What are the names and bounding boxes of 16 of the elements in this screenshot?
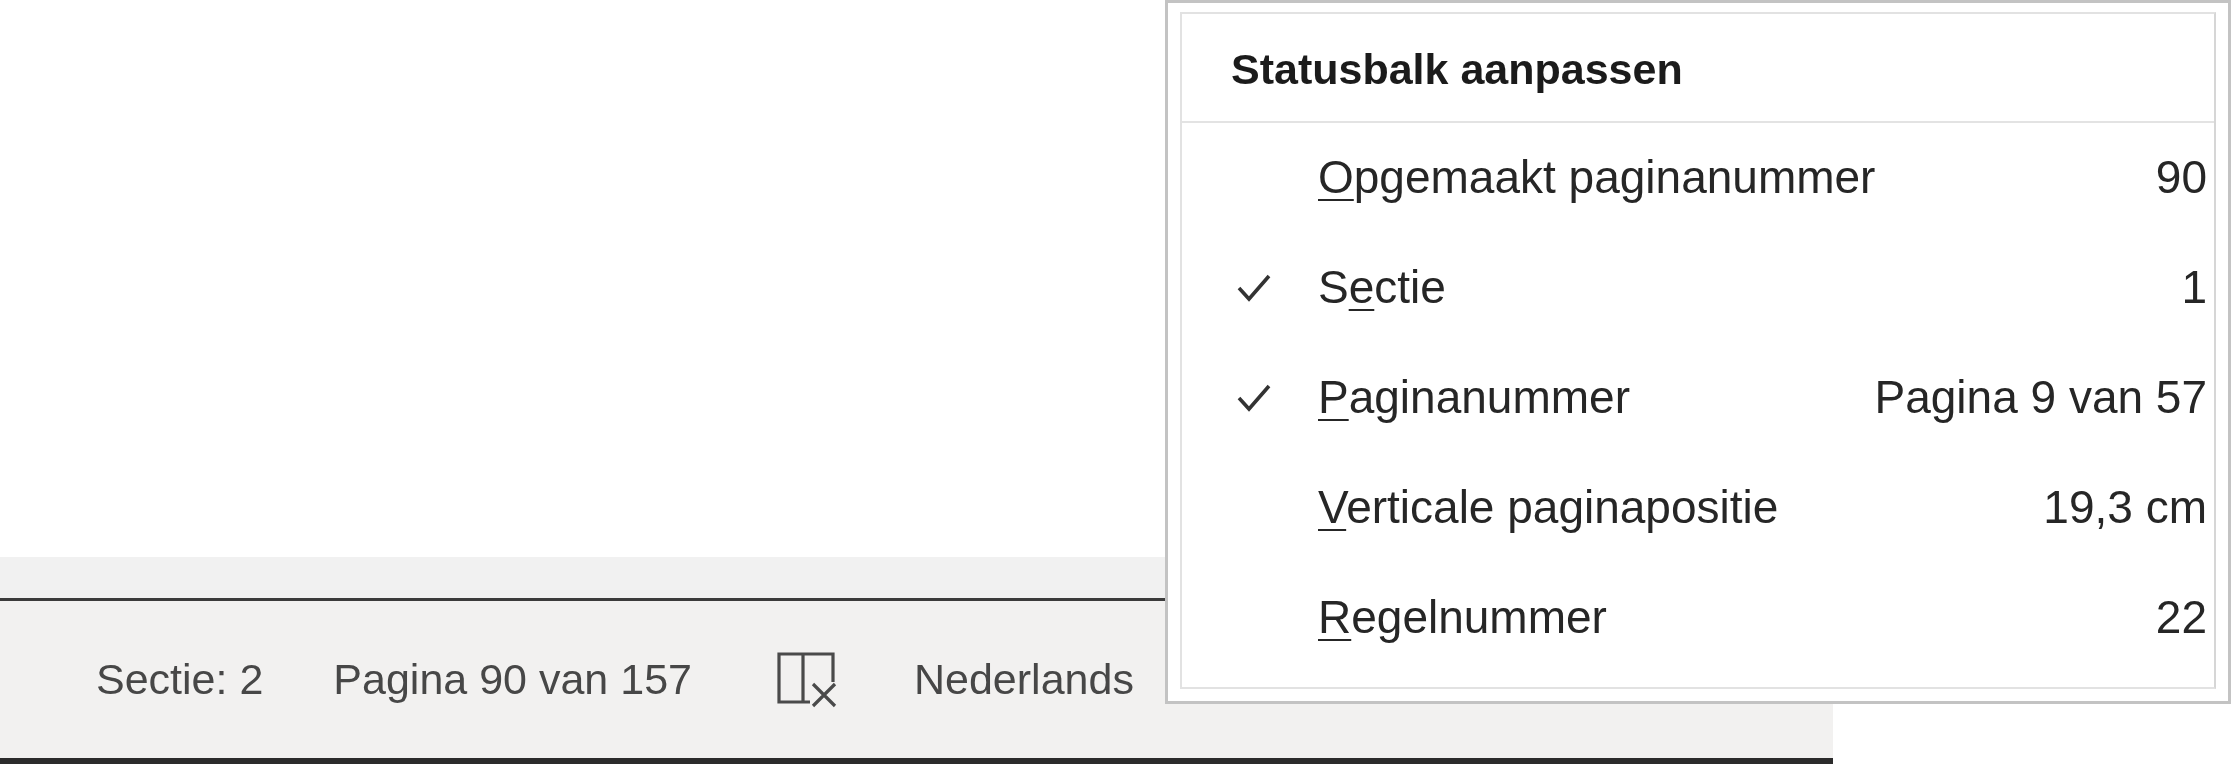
status-bar-text: Pagina 90 van 157 [333, 653, 692, 705]
book-x-icon [776, 651, 837, 708]
menu-item[interactable]: Paginanummer [1318, 369, 1630, 427]
menu-item-value: 1 [2181, 260, 2207, 316]
menu-item-value: Pagina 9 van 57 [1874, 370, 2207, 426]
proofing-button[interactable] [775, 650, 838, 709]
status-bar-text: Nederlands [913, 653, 1134, 705]
menu-item-value: 19,3 cm [2043, 480, 2207, 536]
context-menu-title: Statusbalk aanpassen [1231, 45, 1683, 94]
menu-item[interactable]: Sectie [1318, 259, 1446, 317]
menu-item-value: 90 [2155, 150, 2207, 206]
menu-item[interactable]: Regelnummer [1318, 589, 1607, 647]
menu-item[interactable]: Verticale paginapositie [1318, 479, 1779, 537]
status-bar-text: Sectie: 2 [96, 653, 264, 705]
menu-item-value: 22 [2155, 590, 2207, 646]
menu-item[interactable]: Opgemaakt paginanummer [1318, 149, 1876, 207]
